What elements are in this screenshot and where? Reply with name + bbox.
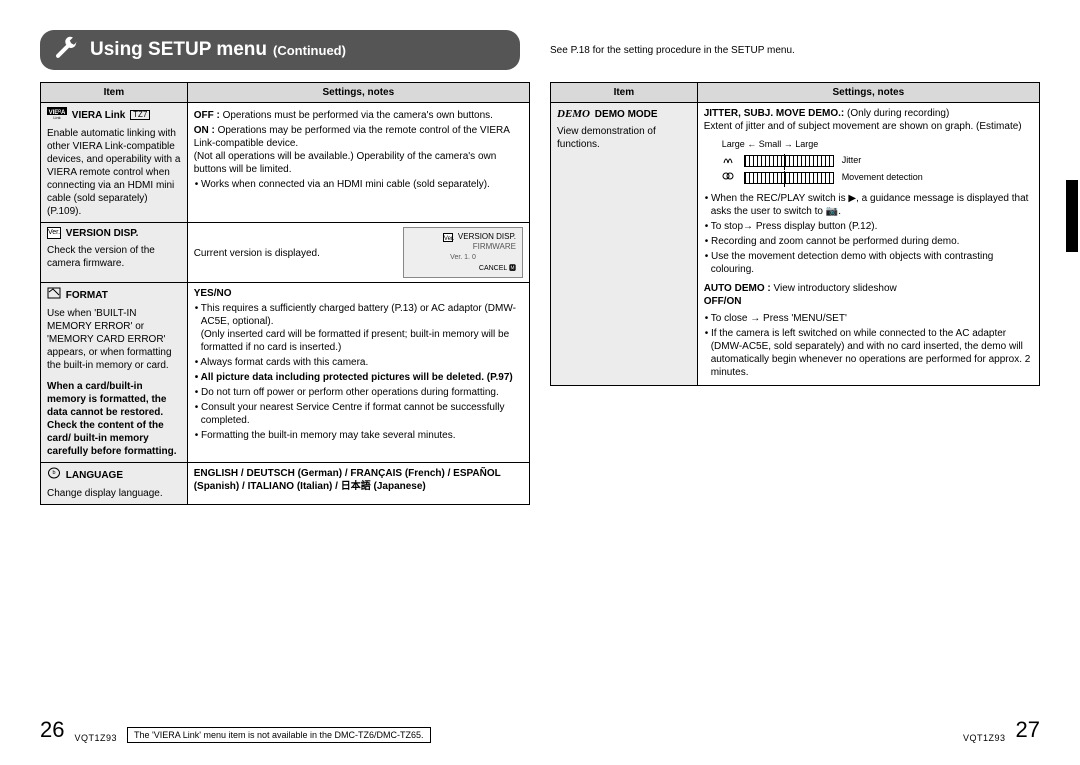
bullet: • Always format cards with this camera. <box>194 356 523 369</box>
on-text: Operations may be performed via the remo… <box>194 125 510 175</box>
offon-options: OFF/ON <box>704 296 742 307</box>
language-options: ENGLISH / DEUTSCH (German) / FRANÇAIS (F… <box>194 468 501 492</box>
lcd-icon: Ver. <box>443 233 453 242</box>
bullet: • Recording and zoom cannot be performed… <box>704 235 1033 248</box>
item-title: FORMAT <box>66 289 108 302</box>
item-title: LANGUAGE <box>66 469 123 482</box>
jitter-gauge-icon <box>722 153 734 169</box>
bullet-text: To stop→ Press display button (P.12). <box>711 221 878 232</box>
format-options: YES/NO <box>194 288 232 299</box>
version-caption: Current version is displayed. <box>194 227 326 260</box>
bullet-text: Works when connected via an HDMI mini ca… <box>201 179 490 190</box>
settings-table-right: Item Settings, notes DEMO DEMO MODE View… <box>550 82 1040 386</box>
item-desc: Use when 'BUILT-IN MEMORY ERROR' or 'MEM… <box>47 307 181 372</box>
lcd-cancel: CANCEL 🅼 <box>410 264 516 273</box>
bullet-text: All picture data including protected pic… <box>201 372 513 383</box>
svg-text:ᵇ: ᵇ <box>52 469 55 478</box>
on-label: ON : <box>194 125 215 136</box>
version-icon: Ver. <box>47 227 61 239</box>
bullet-text: Formatting the built-in memory may take … <box>201 430 456 441</box>
gauge <box>744 155 834 167</box>
table-row: Ver. VERSION DISP. Check the version of … <box>41 223 530 283</box>
bullet-text: Always format cards with this camera. <box>200 357 368 368</box>
bullet: • Do not turn off power or perform other… <box>194 386 523 399</box>
bullet-text: Recording and zoom cannot be performed d… <box>711 236 959 247</box>
item-title: VIERA Link <box>72 109 126 122</box>
table-row: VIEᴿALink VIERA Link TZ7 Enable automati… <box>41 103 530 223</box>
bullet: • Consult your nearest Service Centre if… <box>194 401 523 427</box>
page-footer: 26 VQT1Z93 The 'VIERA Link' menu item is… <box>0 717 1080 743</box>
bullet-text: When the REC/PLAY switch is ▶, a guidanc… <box>711 193 1029 217</box>
lcd-preview: Ver. VERSION DISP. FIRMWARE Ver. 1. 0 CAN… <box>403 227 523 278</box>
bullet-text: Use the movement detection demo with obj… <box>711 251 994 275</box>
bullet-text: To close → Press 'MENU/SET' <box>711 313 847 324</box>
gauge <box>744 172 834 184</box>
table-row: FORMAT Use when 'BUILT-IN MEMORY ERROR' … <box>41 282 530 462</box>
gauge-label: Jitter <box>842 155 862 167</box>
off-text: Operations must be performed via the cam… <box>223 110 493 121</box>
jitter-gauge-row: Jitter <box>722 153 1033 169</box>
bullet: • To stop→ Press display button (P.12). <box>704 220 1033 233</box>
bullet: • This requires a sufficiently charged b… <box>194 302 523 354</box>
bullet-text: This requires a sufficiently charged bat… <box>201 303 516 353</box>
lcd-title: VERSION DISP. <box>458 232 516 242</box>
jitter-title: JITTER, SUBJ. MOVE DEMO.: <box>704 108 845 119</box>
bullet: • To close → Press 'MENU/SET' <box>704 312 1033 325</box>
item-desc: Change display language. <box>47 487 181 500</box>
bullet-text: Consult your nearest Service Centre if f… <box>201 402 505 426</box>
doc-code-right: VQT1Z93 <box>963 733 1006 743</box>
viera-icon: VIEᴿALink <box>47 107 67 123</box>
autodemo-label: AUTO DEMO : <box>704 283 771 294</box>
bullet: • Works when connected via an HDMI mini … <box>194 178 523 191</box>
lcd-version: Ver. 1. 0 <box>410 253 516 262</box>
wrench-icon <box>54 37 78 64</box>
page-right: See P.18 for the setting procedure in th… <box>550 30 1040 505</box>
bullet: • When the REC/PLAY switch is ▶, a guida… <box>704 192 1033 218</box>
page-number-left: 26 <box>40 717 64 743</box>
heading-title: Using SETUP menu <box>90 39 267 61</box>
format-icon <box>47 287 61 303</box>
movement-gauge-icon <box>722 170 734 186</box>
bullet: • Formatting the built-in memory may tak… <box>194 429 523 442</box>
page-heading: Using SETUP menu (Continued) <box>40 30 520 70</box>
heading-continued: (Continued) <box>273 43 346 58</box>
col-header-item: Item <box>41 83 188 103</box>
settings-table-left: Item Settings, notes VIEᴿALink VIERA Lin… <box>40 82 530 505</box>
footer-note: The 'VIERA Link' menu item is not availa… <box>127 727 431 743</box>
jitter-note: (Only during recording) <box>847 108 949 119</box>
bullet-text: If the camera is left switched on while … <box>711 328 1031 378</box>
table-row: ᵇ LANGUAGE Change display language. ENGL… <box>41 462 530 504</box>
svg-text:Link: Link <box>53 115 60 119</box>
item-title: DEMO MODE <box>595 108 658 121</box>
item-desc: View demonstration of functions. <box>557 125 691 151</box>
section-tab <box>1066 180 1078 252</box>
scale-label: Large ← Small → Large <box>722 139 1033 151</box>
item-title: VERSION DISP. <box>66 227 139 240</box>
autodemo-text: View introductory slideshow <box>774 283 897 294</box>
bullet: • All picture data including protected p… <box>194 371 523 384</box>
bullet: • If the camera is left switched on whil… <box>704 327 1033 379</box>
item-desc: Check the version of the camera firmware… <box>47 244 181 270</box>
bullet-text: Do not turn off power or perform other o… <box>201 387 499 398</box>
col-header-settings: Settings, notes <box>187 83 529 103</box>
item-desc: Enable automatic linking with other VIER… <box>47 127 181 218</box>
page-spread: Using SETUP menu (Continued) Item Settin… <box>0 0 1080 515</box>
col-header-settings: Settings, notes <box>697 83 1039 103</box>
off-label: OFF : <box>194 110 220 121</box>
page-left: Using SETUP menu (Continued) Item Settin… <box>40 30 530 505</box>
format-warning: When a card/built-in memory is formatted… <box>47 380 181 458</box>
bullet: • Use the movement detection demo with o… <box>704 250 1033 276</box>
col-header-item: Item <box>551 83 698 103</box>
table-row: DEMO DEMO MODE View demonstration of fun… <box>551 103 1040 386</box>
header-see-note: See P.18 for the setting procedure in th… <box>550 45 795 56</box>
language-icon: ᵇ <box>47 467 61 483</box>
gauge-label: Movement detection <box>842 172 923 184</box>
demo-icon: DEMO <box>557 107 590 121</box>
lcd-firmware: FIRMWARE <box>410 242 516 252</box>
jitter-text: Extent of jitter and of subject movement… <box>704 120 1033 133</box>
doc-code-left: VQT1Z93 <box>74 733 117 743</box>
movement-gauge-row: Movement detection <box>722 170 1033 186</box>
tz7-badge: TZ7 <box>130 110 150 120</box>
page-number-right: 27 <box>1016 717 1040 743</box>
